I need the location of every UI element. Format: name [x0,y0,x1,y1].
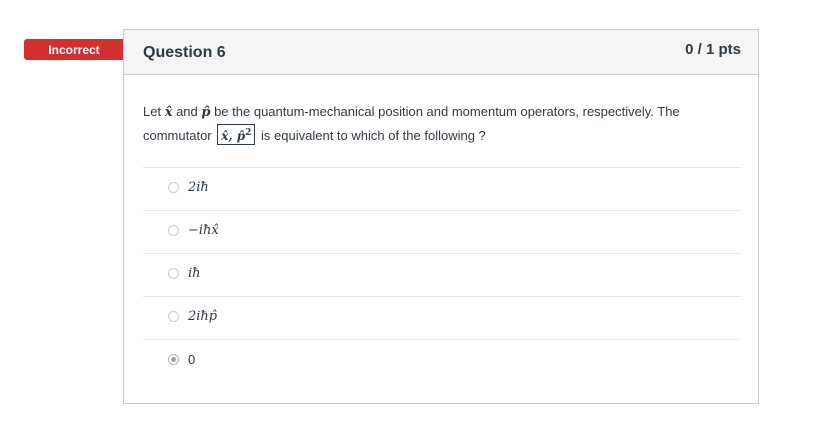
radio-button[interactable] [168,268,179,279]
question-header: Question 6 0 / 1 pts [124,30,758,75]
question-card: Question 6 0 / 1 pts Let x̂ and p̂ be th… [123,29,759,404]
radio-button[interactable] [168,225,179,236]
answer-label: iħ [188,266,201,281]
question-text-part: and [172,104,202,119]
answer-option[interactable]: 2iħp̂ [143,296,741,339]
question-text: Let x̂ and p̂ be the quantum-mechanical … [143,101,743,147]
question-text-part: Let [143,104,165,119]
radio-button[interactable] [168,311,179,322]
answer-label: 2iħp̂ [188,309,218,324]
commutator-args: x̂, p̂ [221,129,246,143]
question-text-part: is equivalent to which of the following … [257,128,486,143]
answer-label: −iħx̂ [188,223,219,238]
answer-list: 2iħ −iħx̂ iħ 2iħp̂ 0 [143,167,741,382]
question-points: 0 / 1 pts [685,41,741,58]
answer-option[interactable]: −iħx̂ [143,210,741,253]
answer-option[interactable]: 2iħ [143,167,741,210]
answer-option[interactable]: iħ [143,253,741,296]
radio-button-selected[interactable] [168,354,179,365]
answer-label: 2iħ [188,180,209,195]
radio-button[interactable] [168,182,179,193]
answer-option-selected[interactable]: 0 [143,339,741,382]
question-title: Question 6 [143,44,226,61]
incorrect-badge: Incorrect [24,39,135,60]
answer-label: 0 [188,352,196,367]
commutator-power: 2 [245,128,252,138]
commutator-expression: x̂, p̂2 [217,124,256,145]
